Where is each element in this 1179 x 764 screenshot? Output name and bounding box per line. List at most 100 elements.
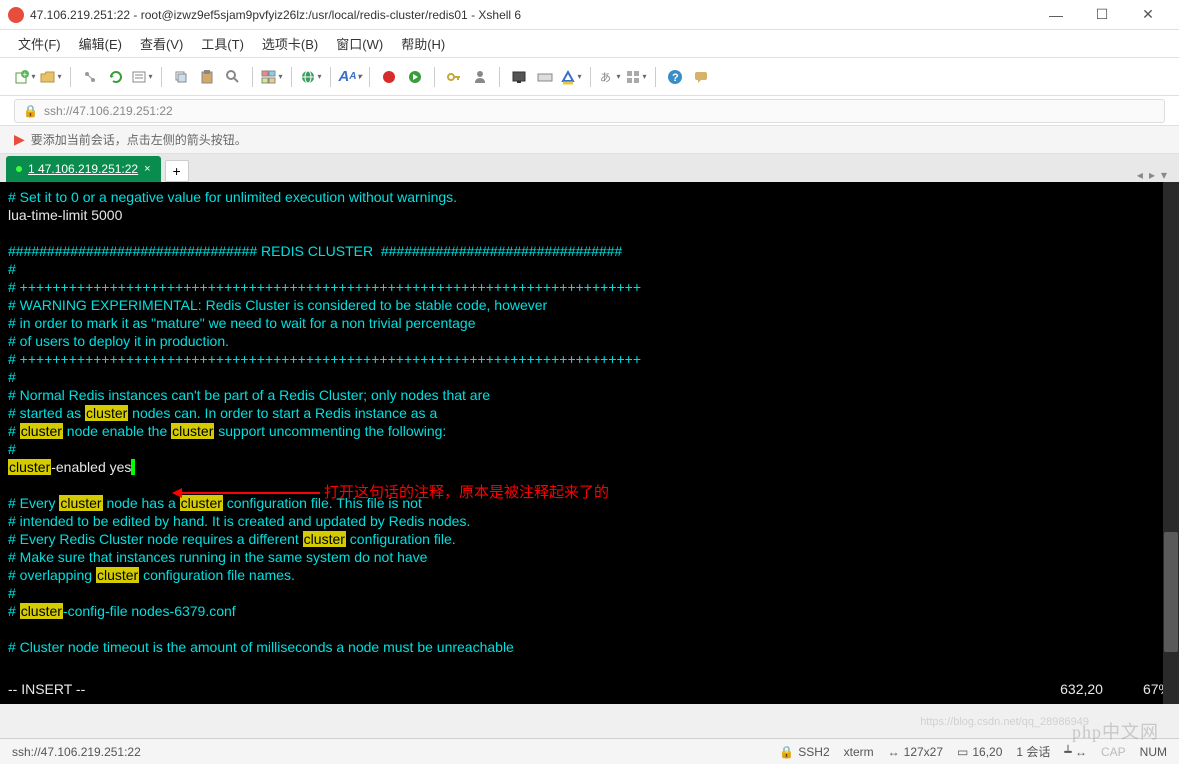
- compose-icon[interactable]: ▾: [261, 66, 283, 88]
- tab-label: 1 47.106.219.251:22: [28, 162, 138, 176]
- session-tab[interactable]: 1 47.106.219.251:22 ×: [6, 156, 161, 182]
- term-line: # overlapping cluster configuration file…: [8, 566, 1171, 584]
- term-line: #: [8, 584, 1171, 602]
- svg-text:?: ?: [672, 72, 679, 84]
- menu-edit[interactable]: 编辑(E): [79, 34, 122, 53]
- info-text: 要添加当前会话，点击左侧的箭头按钮。: [31, 131, 247, 148]
- term-line: cluster-enabled yes: [8, 458, 1171, 476]
- tab-close-icon[interactable]: ×: [144, 163, 150, 175]
- watermark-url: https://blog.csdn.net/qq_28986949: [920, 716, 1089, 728]
- scrollbar-thumb[interactable]: [1164, 532, 1178, 652]
- app-icon: [8, 7, 24, 23]
- toolbar: +▾ ▾ ▾ ▾ ▾ AA▾ ▾ あ▾ ▾ ?: [0, 58, 1179, 96]
- status-sessions: 1 会话: [1016, 743, 1050, 760]
- address-url: ssh://47.106.219.251:22: [44, 104, 173, 118]
- new-session-icon[interactable]: +▾: [14, 66, 36, 88]
- vim-position: 632,20: [1060, 680, 1103, 698]
- tab-prev-icon[interactable]: ◂: [1137, 168, 1143, 182]
- window-title: 47.106.219.251:22 - root@izwz9ef5sjam9pv…: [30, 8, 1033, 22]
- window-controls: — ☐ ✕: [1033, 0, 1171, 30]
- status-connection: ssh://47.106.219.251:22: [12, 745, 141, 759]
- term-line: # of users to deploy it in production.: [8, 332, 1171, 350]
- term-line: # cluster node enable the cluster suppor…: [8, 422, 1171, 440]
- menubar: 文件(F) 编辑(E) 查看(V) 工具(T) 选项卡(B) 窗口(W) 帮助(…: [0, 30, 1179, 58]
- term-line: lua-time-limit 5000: [8, 206, 1171, 224]
- status-term: xterm: [844, 745, 874, 759]
- term-line: # ++++++++++++++++++++++++++++++++++++++…: [8, 350, 1171, 368]
- term-line: ################################ REDIS C…: [8, 242, 1171, 260]
- play-icon[interactable]: [404, 66, 426, 88]
- lock-icon: 🔒: [23, 104, 38, 118]
- tab-nav: ◂ ▸ ▾: [1137, 168, 1173, 182]
- term-line: # WARNING EXPERIMENTAL: Redis Cluster is…: [8, 296, 1171, 314]
- status-cursor: 16,20: [972, 745, 1002, 759]
- encoding-icon[interactable]: あ▾: [599, 66, 621, 88]
- term-line: # started as cluster nodes can. In order…: [8, 404, 1171, 422]
- status-protocol: SSH2: [798, 745, 829, 759]
- menu-view[interactable]: 查看(V): [140, 34, 183, 53]
- font-icon[interactable]: AA▾: [339, 66, 361, 88]
- open-icon[interactable]: ▾: [40, 66, 62, 88]
- term-line: # Normal Redis instances can't be part o…: [8, 386, 1171, 404]
- term-line: # Make sure that instances running in th…: [8, 548, 1171, 566]
- disconnect-icon[interactable]: [79, 66, 101, 88]
- menu-tools[interactable]: 工具(T): [201, 34, 244, 53]
- annotation-text: 打开这句话的注释，原本是被注释起来了的: [324, 484, 609, 502]
- help-icon[interactable]: ?: [664, 66, 686, 88]
- flag-icon[interactable]: ▶: [14, 131, 25, 148]
- term-line: # ++++++++++++++++++++++++++++++++++++++…: [8, 278, 1171, 296]
- address-input[interactable]: 🔒 ssh://47.106.219.251:22: [14, 99, 1165, 123]
- lock-icon: 🔒: [779, 745, 794, 759]
- status-size: 127x27: [904, 745, 943, 759]
- svg-text:あ: あ: [600, 71, 611, 84]
- user-icon[interactable]: [469, 66, 491, 88]
- chat-icon[interactable]: [690, 66, 712, 88]
- find-icon[interactable]: [222, 66, 244, 88]
- globe-icon[interactable]: ▾: [300, 66, 322, 88]
- terminal[interactable]: # Set it to 0 or a negative value for un…: [0, 182, 1179, 704]
- term-line: # Cluster node timeout is the amount of …: [8, 638, 1171, 656]
- menu-file[interactable]: 文件(F): [18, 34, 61, 53]
- record-icon[interactable]: [378, 66, 400, 88]
- paste-icon[interactable]: [196, 66, 218, 88]
- svg-text:+: +: [23, 70, 28, 79]
- properties-icon[interactable]: ▾: [131, 66, 153, 88]
- screen-icon[interactable]: [508, 66, 530, 88]
- close-button[interactable]: ✕: [1125, 0, 1171, 30]
- term-line: # in order to mark it as "mature" we nee…: [8, 314, 1171, 332]
- menu-tabs[interactable]: 选项卡(B): [262, 34, 318, 53]
- menu-help[interactable]: 帮助(H): [401, 34, 445, 53]
- key-icon[interactable]: [443, 66, 465, 88]
- copy-icon[interactable]: [170, 66, 192, 88]
- status-num: NUM: [1140, 745, 1167, 759]
- status-cap: CAP: [1101, 745, 1126, 759]
- tab-menu-icon[interactable]: ▾: [1161, 168, 1167, 182]
- annotation-arrow: 打开这句话的注释，原本是被注释起来了的: [180, 484, 609, 502]
- connection-indicator-icon: [16, 166, 22, 172]
- grid-icon[interactable]: ▾: [625, 66, 647, 88]
- cursor-icon: ▭: [957, 745, 968, 759]
- tabbar: 1 47.106.219.251:22 × + ◂ ▸ ▾: [0, 154, 1179, 182]
- term-line: #: [8, 440, 1171, 458]
- vim-mode: -- INSERT --: [8, 680, 85, 698]
- new-tab-button[interactable]: +: [165, 160, 189, 182]
- term-line: # Every Redis Cluster node requires a di…: [8, 530, 1171, 548]
- term-line: # intended to be edited by hand. It is c…: [8, 512, 1171, 530]
- highlight-icon[interactable]: ▾: [560, 66, 582, 88]
- infobar: ▶ 要添加当前会话，点击左侧的箭头按钮。: [0, 126, 1179, 154]
- resize-icon: ↔: [888, 745, 900, 759]
- titlebar: 47.106.219.251:22 - root@izwz9ef5sjam9pv…: [0, 0, 1179, 30]
- vim-statusline: -- INSERT -- 632,20 67%: [8, 680, 1171, 698]
- menu-window[interactable]: 窗口(W): [336, 34, 383, 53]
- term-line: #: [8, 368, 1171, 386]
- minimize-button[interactable]: —: [1033, 0, 1079, 30]
- keyboard-icon[interactable]: [534, 66, 556, 88]
- tab-next-icon[interactable]: ▸: [1149, 168, 1155, 182]
- term-line: #: [8, 260, 1171, 278]
- scrollbar[interactable]: [1163, 182, 1179, 704]
- maximize-button[interactable]: ☐: [1079, 0, 1125, 30]
- term-line: # Set it to 0 or a negative value for un…: [8, 188, 1171, 206]
- reconnect-icon[interactable]: [105, 66, 127, 88]
- addressbar: 🔒 ssh://47.106.219.251:22: [0, 96, 1179, 126]
- term-line: # cluster-config-file nodes-6379.conf: [8, 602, 1171, 620]
